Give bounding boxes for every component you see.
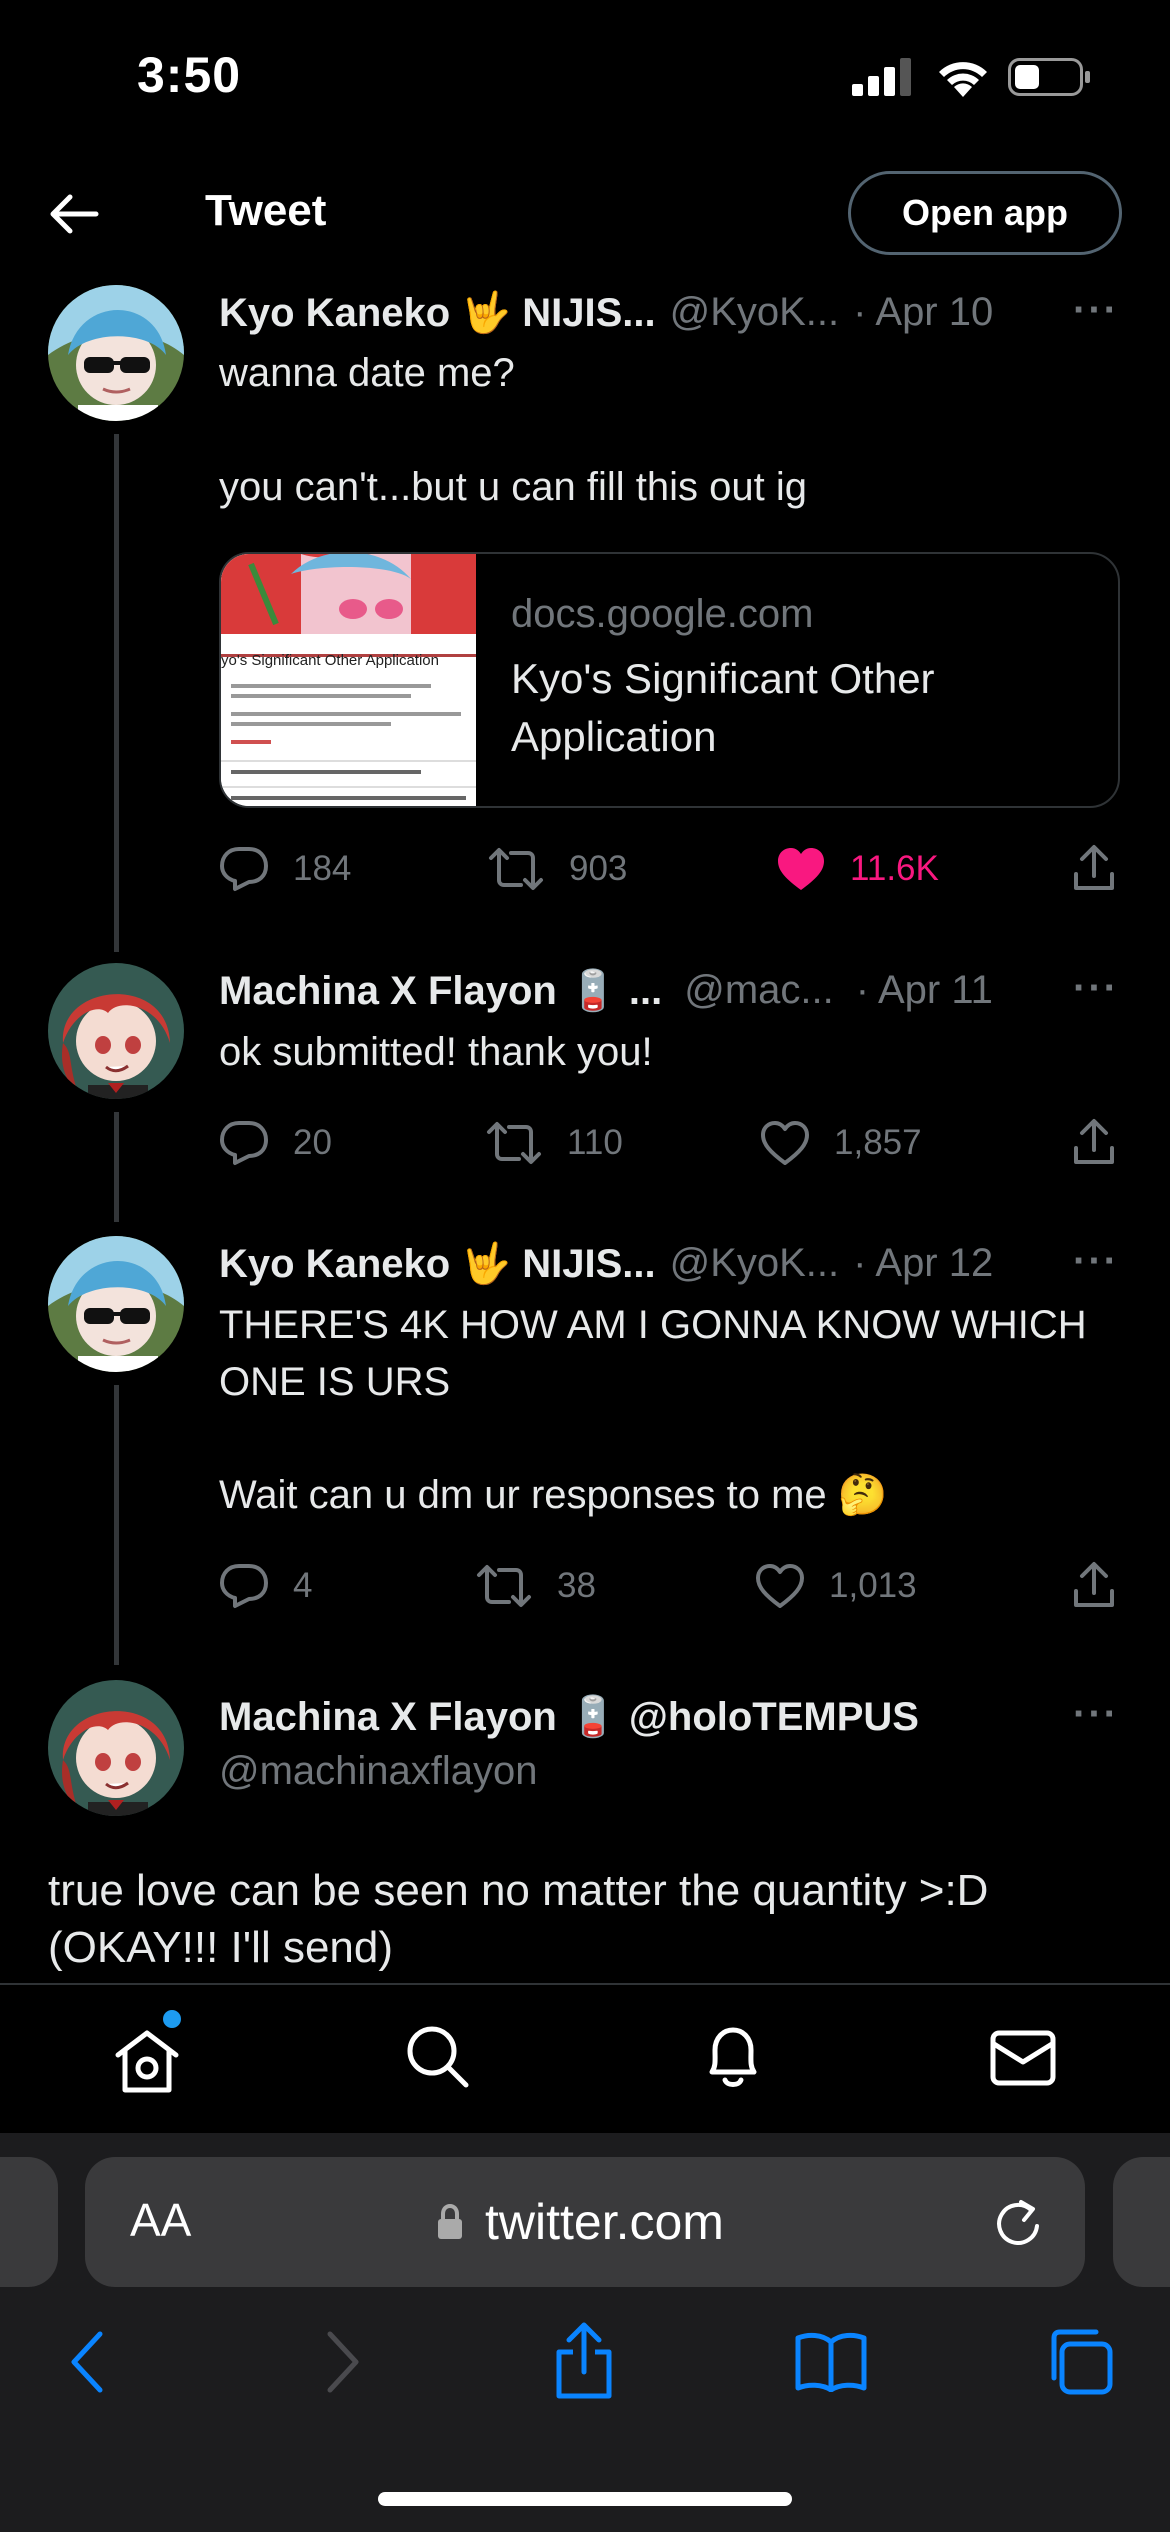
author-name[interactable]: Kyo Kaneko 🤟 NIJIS... [219, 1240, 656, 1287]
author-handle[interactable]: @mac... [684, 968, 834, 1013]
like-count: 1,857 [834, 1123, 922, 1162]
bell-icon[interactable] [702, 2022, 764, 2097]
reload-icon[interactable] [993, 2196, 1043, 2253]
author-name[interactable]: Machina X Flayon 🪫 @holoTEMPUS [219, 1693, 919, 1740]
thread-line [114, 434, 119, 952]
open-app-button[interactable]: Open app [848, 171, 1122, 255]
tweet-text: THERE'S 4K HOW AM I GONNA KNOW WHICH ONE… [219, 1303, 1098, 1404]
share-sheet-icon[interactable] [553, 2322, 615, 2405]
status-time: 3:50 [137, 47, 242, 103]
link-card-thumbnail: yo's Significant Other Application [221, 554, 476, 806]
retweet-icon [477, 1565, 531, 1607]
bookmarks-icon[interactable] [794, 2330, 868, 2397]
tabs-icon[interactable] [1044, 2326, 1114, 2401]
url-text[interactable]: twitter.com [485, 2193, 724, 2251]
tweet-header: Machina X Flayon 🪫 @holoTEMPUS [219, 1686, 1059, 1746]
avatar[interactable] [48, 1680, 184, 1816]
thread-line [114, 1112, 119, 1222]
thread-line [114, 1385, 119, 1665]
reply-icon [220, 1121, 268, 1165]
retweet-button[interactable]: 110 [485, 1120, 623, 1166]
wifi-icon [935, 55, 991, 102]
reader-settings-button[interactable]: AA [130, 2193, 191, 2247]
more-options-icon[interactable]: ··· [1073, 1692, 1119, 1737]
link-card[interactable]: yo's Significant Other Application docs.… [219, 552, 1120, 808]
share-button[interactable] [1072, 844, 1140, 892]
link-card-thumbnail-heading: yo's Significant Other Application [221, 652, 439, 669]
retweet-count: 110 [567, 1123, 623, 1162]
reply-icon [220, 847, 268, 891]
back-arrow-icon[interactable] [48, 193, 100, 240]
share-button[interactable] [1072, 1118, 1140, 1166]
tweet-date[interactable]: · Apr 12 [853, 1241, 993, 1286]
search-icon[interactable] [404, 2023, 470, 2094]
tweet-text: ok submitted! thank you! [219, 1030, 653, 1074]
author-name[interactable]: Machina X Flayon 🪫 ... [219, 967, 662, 1014]
tweet-header: Kyo Kaneko 🤟 NIJIS... @KyoK... · Apr 12 [219, 1233, 1129, 1293]
heart-icon [761, 1121, 809, 1165]
mail-icon[interactable] [990, 2030, 1056, 2091]
like-count: 11.6K [850, 849, 939, 888]
heart-icon [756, 1564, 804, 1608]
share-icon [1074, 845, 1114, 890]
author-name[interactable]: Kyo Kaneko 🤟 NIJIS... [219, 289, 656, 336]
reply-button[interactable]: 20 [219, 1120, 332, 1166]
share-icon [1074, 1562, 1114, 1607]
retweet-button[interactable]: 903 [487, 846, 627, 892]
more-options-icon[interactable]: ··· [1073, 966, 1119, 1011]
more-options-icon[interactable]: ··· [1073, 288, 1119, 333]
tweet-date[interactable]: · Apr 10 [853, 290, 993, 335]
avatar[interactable] [48, 285, 184, 421]
tweet-text: true love can be seen no matter the quan… [48, 1866, 1001, 1972]
retweet-count: 903 [569, 849, 628, 888]
battery-icon [1008, 58, 1092, 101]
tweet-header: Machina X Flayon 🪫 ... @mac... · Apr 11 [219, 960, 1129, 1020]
like-button[interactable]: 1,857 [760, 1120, 922, 1166]
tweet-header: Kyo Kaneko 🤟 NIJIS... @KyoK... · Apr 10 [219, 282, 1129, 342]
notification-dot [163, 2010, 181, 2028]
like-count: 1,013 [829, 1566, 917, 1605]
back-chevron-icon[interactable] [68, 2330, 108, 2399]
next-tab-preview[interactable] [1113, 2157, 1170, 2287]
home-indicator [378, 2492, 792, 2506]
link-card-domain: docs.google.com [511, 592, 814, 636]
author-handle[interactable]: @KyoK... [670, 290, 840, 335]
tweet-text: wanna date me? [219, 351, 515, 395]
reply-button[interactable]: 4 [219, 1563, 312, 1609]
tweet-text: you can't...but u can fill this out ig [219, 465, 807, 509]
retweet-count: 38 [557, 1566, 596, 1605]
author-handle[interactable]: @KyoK... [670, 1241, 840, 1286]
lock-icon [435, 2203, 465, 2246]
retweet-icon [489, 848, 543, 890]
share-button[interactable] [1072, 1561, 1140, 1609]
author-handle[interactable]: @machinaxflayon [219, 1749, 538, 1794]
avatar[interactable] [48, 963, 184, 1099]
home-icon[interactable] [112, 2028, 182, 2099]
reply-count: 20 [293, 1123, 332, 1162]
retweet-button[interactable]: 38 [475, 1563, 596, 1609]
share-icon [1074, 1119, 1114, 1164]
page-title: Tweet [205, 186, 327, 235]
previous-tab-preview[interactable] [0, 2157, 58, 2287]
retweet-icon [487, 1122, 541, 1164]
avatar[interactable] [48, 1236, 184, 1372]
tweet-date[interactable]: · Apr 11 [856, 968, 993, 1013]
like-button[interactable]: 11.6K [776, 846, 939, 892]
like-button[interactable]: 1,013 [755, 1563, 917, 1609]
forward-chevron-icon [322, 2330, 362, 2399]
reply-count: 184 [293, 849, 352, 888]
reply-icon [220, 1564, 268, 1608]
reply-count: 4 [293, 1566, 313, 1605]
tweet-text: Wait can u dm ur responses to me 🤔 [219, 1473, 888, 1517]
reply-button[interactable]: 184 [219, 846, 351, 892]
cellular-signal-icon [852, 58, 914, 101]
link-card-title: Kyo's Significant Other Application [511, 655, 935, 760]
more-options-icon[interactable]: ··· [1073, 1239, 1119, 1284]
heart-filled-icon [778, 848, 824, 890]
